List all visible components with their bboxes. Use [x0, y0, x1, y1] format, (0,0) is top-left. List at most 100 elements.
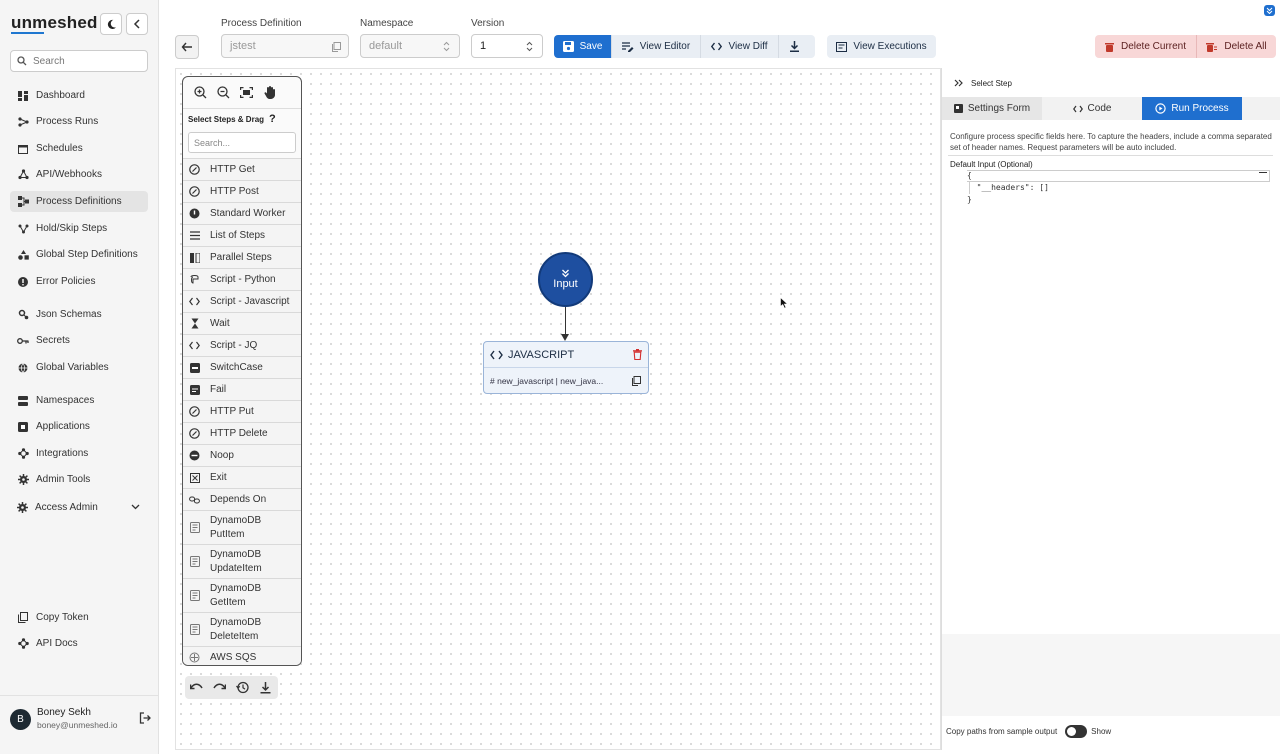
collapse-panel-icon[interactable]: [954, 79, 963, 87]
sidebar-item-admin-tools[interactable]: Admin Tools: [10, 469, 148, 490]
tab-code-label: Code: [1087, 103, 1112, 114]
sidebar-item-error-policies[interactable]: Error Policies: [10, 271, 148, 292]
zoom-out-icon[interactable]: [212, 81, 235, 105]
panel-description: Configure process specific fields here. …: [950, 132, 1272, 152]
palette-title-text: Select Steps & Drag: [188, 114, 265, 124]
tab-code[interactable]: Code: [1042, 97, 1142, 120]
palette-item-script-javascript[interactable]: Script - Javascript: [183, 290, 301, 312]
palette-item-standard-worker[interactable]: Standard Worker: [183, 202, 301, 224]
exit-icon: [189, 472, 200, 483]
sidebar-item-process-runs[interactable]: Process Runs: [10, 111, 148, 132]
tab-settings-form[interactable]: Settings Form: [942, 97, 1042, 120]
fit-view-icon[interactable]: [235, 81, 258, 105]
help-icon[interactable]: ?: [269, 113, 276, 125]
panel-header-title: Select Step: [971, 78, 1012, 88]
palette-item-aws-sqs[interactable]: AWS SQS: [183, 646, 301, 665]
code-icon: [189, 296, 200, 307]
sidebar-item-api-docs[interactable]: API Docs: [10, 633, 148, 654]
sidebar-item-secrets[interactable]: Secrets: [10, 330, 148, 351]
sidebar-item-access-admin[interactable]: Access Admin: [10, 497, 148, 518]
access-admin-icon: [16, 502, 28, 514]
palette-item-label: DynamoDB GetItem: [210, 582, 262, 608]
palette-item-depends-on[interactable]: Depends On: [183, 488, 301, 510]
sidebar-item-api-webhooks[interactable]: API/Webhooks: [10, 164, 148, 185]
edit-lines-icon: [621, 41, 640, 52]
download-button[interactable]: [779, 35, 815, 58]
palette-item-http-put[interactable]: HTTP Put: [183, 400, 301, 422]
palette-item-switchcase[interactable]: SwitchCase: [183, 356, 301, 378]
palette-item-label: Noop: [210, 450, 234, 461]
palette-item-fail[interactable]: Fail: [183, 378, 301, 400]
sidebar-item-global-variables[interactable]: Global Variables: [10, 357, 148, 378]
sidebar-item-global-step-definitions[interactable]: Global Step Definitions: [10, 244, 148, 265]
chevron-down-icon[interactable]: [131, 504, 140, 510]
palette-item-script-python[interactable]: Script - Python: [183, 268, 301, 290]
default-input-editor[interactable]: { "__headers": []}: [950, 170, 1270, 634]
process-definition-field[interactable]: jstest: [221, 34, 349, 58]
palette-item-exit[interactable]: Exit: [183, 466, 301, 488]
palette-item-http-post[interactable]: HTTP Post: [183, 180, 301, 202]
logout-icon[interactable]: [139, 712, 151, 724]
sidebar-item-hold-skip-steps[interactable]: Hold/Skip Steps: [10, 218, 148, 239]
view-executions-button[interactable]: View Executions: [827, 35, 936, 58]
download-icon[interactable]: [254, 676, 277, 699]
input-node[interactable]: Input: [538, 252, 593, 307]
copy-icon[interactable]: [632, 376, 641, 386]
sidebar-item-json-schemas[interactable]: Json Schemas: [10, 304, 148, 325]
palette-item-http-get[interactable]: HTTP Get: [183, 158, 301, 180]
code-icon: [189, 340, 200, 351]
show-toggle[interactable]: [1065, 724, 1088, 738]
tab-run-process[interactable]: Run Process: [1142, 97, 1242, 120]
save-button[interactable]: Save: [554, 35, 612, 58]
sidebar-item-dashboard[interactable]: Dashboard: [10, 85, 148, 106]
dark-mode-toggle[interactable]: [100, 13, 122, 35]
code-line: {: [967, 171, 972, 180]
redo-icon[interactable]: [208, 676, 231, 699]
zoom-in-icon[interactable]: [189, 81, 212, 105]
download-icon: [789, 41, 806, 52]
palette-search-input[interactable]: Search...: [188, 132, 296, 153]
palette-item-parallel-steps[interactable]: Parallel Steps: [183, 246, 301, 268]
palette-item-dynamodb-putitem[interactable]: DynamoDB PutItem: [183, 510, 301, 544]
sidebar-item-applications[interactable]: Applications: [10, 416, 148, 437]
namespace-select[interactable]: default: [360, 34, 460, 58]
expand-icon[interactable]: [1264, 5, 1275, 16]
parallel-icon: [189, 252, 200, 263]
collapse-sidebar-button[interactable]: [126, 13, 148, 35]
javascript-node-title: JAVASCRIPT: [508, 348, 575, 361]
dynamodb-icon: [189, 556, 200, 567]
palette-item-label: DynamoDB PutItem: [210, 514, 262, 540]
palette-item-label: AWS SQS: [210, 652, 257, 663]
delete-all-button[interactable]: Delete All: [1197, 35, 1276, 58]
undo-icon[interactable]: [185, 676, 208, 699]
palette-item-label: HTTP Get: [210, 164, 255, 175]
palette-item-script-jq[interactable]: Script - JQ: [183, 334, 301, 356]
palette-item-wait[interactable]: Wait: [183, 312, 301, 334]
history-icon[interactable]: [231, 676, 254, 699]
palette-item-dynamodb-updateitem[interactable]: DynamoDB UpdateItem: [183, 544, 301, 578]
sidebar-item-process-definitions[interactable]: Process Definitions: [10, 191, 148, 212]
pan-hand-icon[interactable]: [258, 81, 281, 105]
sidebar-item-namespaces[interactable]: Namespaces: [10, 390, 148, 411]
palette-item-http-delete[interactable]: HTTP Delete: [183, 422, 301, 444]
view-diff-button[interactable]: View Diff: [701, 35, 779, 58]
sidebar-item-copy-token[interactable]: Copy Token: [10, 607, 148, 628]
sidebar-item-integrations[interactable]: Integrations: [10, 443, 148, 464]
view-editor-button[interactable]: View Editor: [612, 35, 701, 58]
sidebar: unmeshed Search Dashboard Process Runs S…: [0, 0, 159, 754]
link-icon: [189, 494, 200, 505]
palette-item-noop[interactable]: Noop: [183, 444, 301, 466]
palette-item-list-of-steps[interactable]: List of Steps: [183, 224, 301, 246]
copy-icon[interactable]: [332, 42, 341, 52]
version-value: 1: [480, 40, 487, 52]
sidebar-item-schedules[interactable]: Schedules: [10, 138, 148, 159]
user-name: Boney Sekh: [37, 707, 91, 718]
version-select[interactable]: 1: [471, 34, 543, 58]
delete-current-button[interactable]: Delete Current: [1095, 35, 1197, 58]
palette-item-dynamodb-deleteitem[interactable]: DynamoDB DeleteItem: [183, 612, 301, 646]
back-button[interactable]: [175, 35, 199, 59]
delete-step-icon[interactable]: [633, 349, 642, 360]
sidebar-search-input[interactable]: Search: [10, 50, 148, 72]
palette-item-dynamodb-getitem[interactable]: DynamoDB GetItem: [183, 578, 301, 612]
javascript-step-node[interactable]: JAVASCRIPT # new_javascript | new_java..…: [483, 341, 649, 394]
